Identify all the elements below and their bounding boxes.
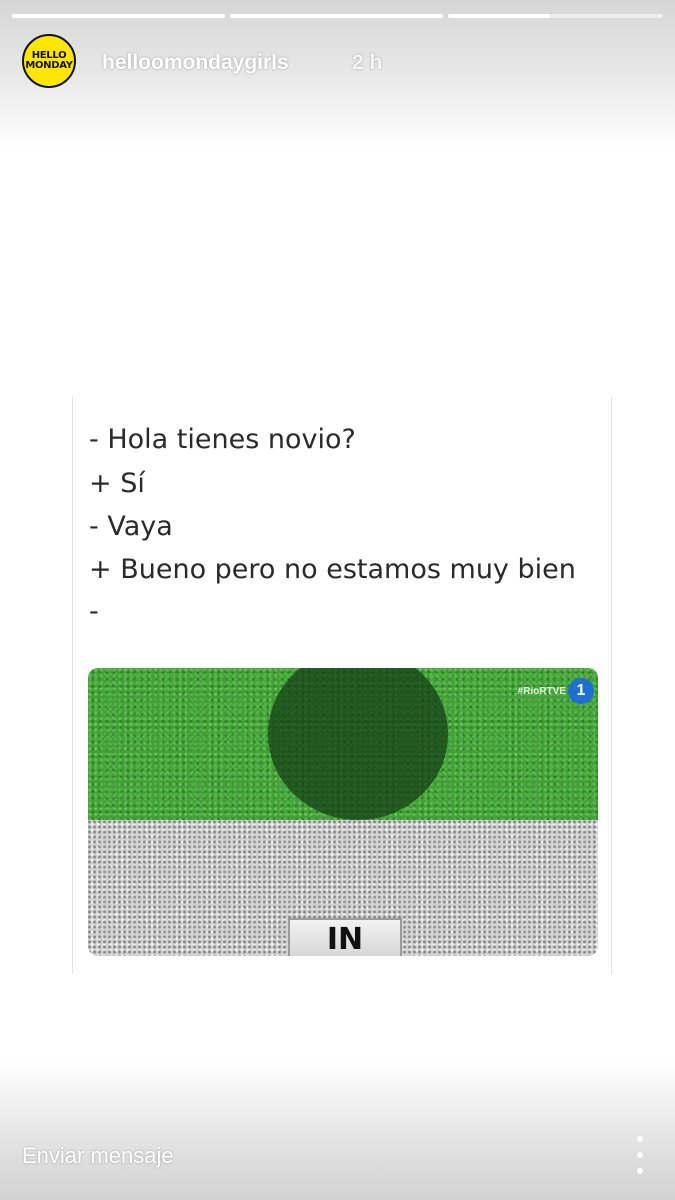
username[interactable]: helloomondaygirls (102, 51, 289, 75)
broadcast-watermark: #RioRTVE (517, 686, 566, 697)
top-gradient (0, 0, 675, 150)
progress-segment (12, 14, 225, 18)
tennis-court-photo: #RioRTVE 1 IN (88, 668, 598, 956)
more-vertical-icon[interactable] (632, 1136, 648, 1174)
post-line: - Vaya (89, 511, 173, 542)
dot (637, 1136, 643, 1142)
progress-segment (448, 14, 663, 18)
progress-fill (448, 14, 550, 18)
post-line: - (89, 596, 99, 627)
post-line: + Sí (89, 468, 145, 499)
channel-logo: 1 (568, 678, 594, 704)
in-sign: IN (288, 918, 402, 956)
progress-fill (12, 14, 225, 18)
bottom-gradient (0, 1060, 675, 1200)
post-line: - Hola tienes novio? (89, 424, 356, 455)
progress-segment (230, 14, 443, 18)
story-progress-bar (12, 14, 663, 18)
dot (637, 1168, 643, 1174)
timestamp: 2 h (352, 51, 383, 74)
avatar-text: MONDAY (25, 60, 73, 71)
dot (637, 1152, 643, 1158)
send-message-input[interactable]: Enviar mensaje (22, 1143, 174, 1169)
progress-fill (230, 14, 443, 18)
avatar[interactable]: HELLO MONDAY (22, 34, 76, 88)
post-card: - Hola tienes novio? + Sí - Vaya + Bueno… (72, 396, 612, 974)
post-line: + Bueno pero no estamos muy bien (89, 554, 576, 585)
